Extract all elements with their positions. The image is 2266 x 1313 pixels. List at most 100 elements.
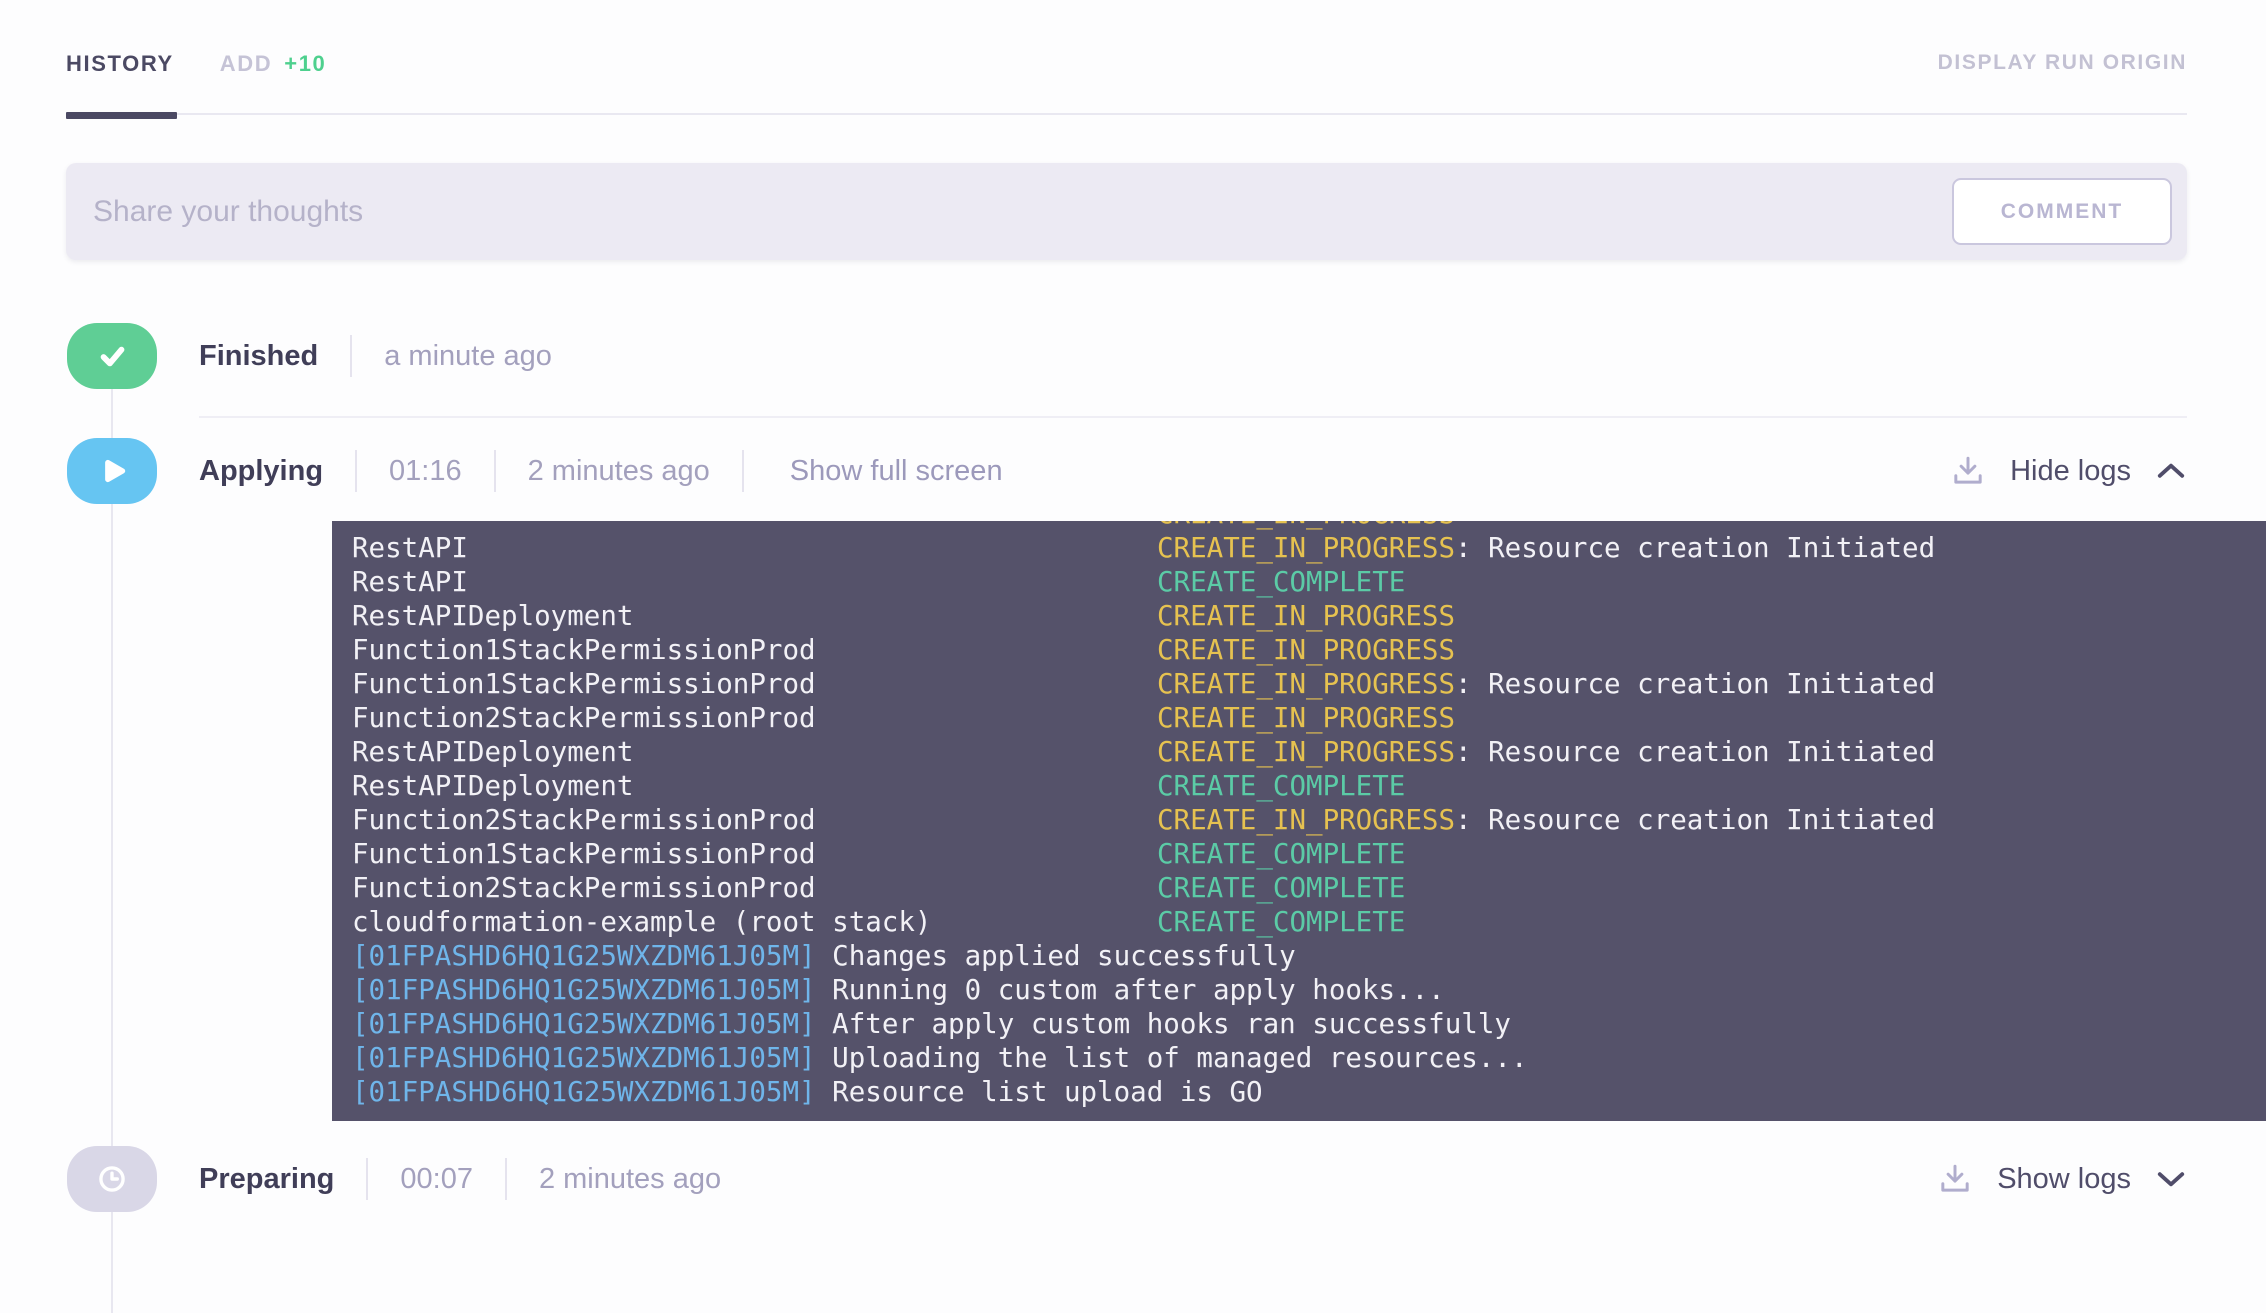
log-line: Function1StackPermissionProd CREATE_IN_PR… xyxy=(352,633,2266,667)
log-message: Running 0 custom after apply hooks... xyxy=(815,974,1445,1006)
log-resource-name: RestAPIDeployment xyxy=(352,600,634,632)
log-resource-name: Function2StackPermissionProd xyxy=(352,804,816,836)
active-tab-underline xyxy=(66,112,177,119)
log-line: Function2StackPermissionProd CREATE_IN_PR… xyxy=(352,701,2266,735)
display-run-origin-button[interactable]: DISPLAY RUN ORIGIN xyxy=(1938,51,2187,75)
entry-duration: 01:16 xyxy=(389,454,462,487)
log-line: cloudformation-example (root stack) CREAT… xyxy=(352,905,2266,939)
log-lines: CREATE_IN_PROGRESS RestAPI CREATE_IN_PROGR… xyxy=(352,521,2266,1109)
tab-add[interactable]: ADD +10 xyxy=(220,51,327,77)
entry-time-ago: a minute ago xyxy=(384,339,552,372)
comment-input[interactable] xyxy=(93,194,1952,229)
log-console[interactable]: CREATE_IN_PROGRESS RestAPI CREATE_IN_PROGR… xyxy=(332,521,2266,1121)
log-resource-name: Function1StackPermissionProd xyxy=(352,838,816,870)
download-logs-icon[interactable] xyxy=(1950,453,1986,489)
log-status: CREATE_COMPLETE xyxy=(1157,838,1406,870)
log-status: CREATE_IN_PROGRESS xyxy=(1157,532,1456,564)
log-run-id: [01FPASHD6HQ1G25WXZDM61J05M] xyxy=(352,974,816,1006)
log-resource-name: Function1StackPermissionProd xyxy=(352,634,816,666)
log-status-column: CREATE_IN_PROGRESS: Resource creation In… xyxy=(1157,531,1935,565)
meta-separator xyxy=(504,1158,507,1200)
log-resource-name: RestAPIDeployment xyxy=(352,736,634,768)
log-message: : Resource creation Initiated xyxy=(1455,736,1936,768)
chevron-down-icon[interactable] xyxy=(2155,1168,2187,1190)
meta-separator xyxy=(741,450,744,492)
log-resource-name: cloudformation-example (root stack) xyxy=(352,906,932,938)
log-line: Function1StackPermissionProd CREATE_IN_PR… xyxy=(352,667,2266,701)
log-resource-name: Function2StackPermissionProd xyxy=(352,872,816,904)
log-status: CREATE_COMPLETE xyxy=(1157,906,1406,938)
log-status: CREATE_IN_PROGRESS xyxy=(1157,634,1456,666)
tab-add-badge: +10 xyxy=(284,51,327,76)
entry-time-ago: 2 minutes ago xyxy=(527,454,710,487)
log-message: : Resource creation Initiated xyxy=(1455,804,1936,836)
tab-history[interactable]: HISTORY xyxy=(66,51,174,77)
log-message: Changes applied successfully xyxy=(815,940,1296,972)
log-status-column: CREATE_COMPLETE xyxy=(1157,769,1405,803)
log-run-id: [01FPASHD6HQ1G25WXZDM61J05M] xyxy=(352,1076,816,1108)
log-status: CREATE_IN_PROGRESS xyxy=(1157,736,1456,768)
meta-separator xyxy=(493,450,496,492)
log-status-column: CREATE_IN_PROGRESS xyxy=(1157,633,1455,667)
log-line: Function2StackPermissionProd CREATE_COMPL… xyxy=(352,871,2266,905)
log-line: RestAPI CREATE_COMPLETE xyxy=(352,565,2266,599)
entry-status-label: Finished xyxy=(199,339,319,372)
log-status: CREATE_COMPLETE xyxy=(1157,566,1406,598)
log-resource-name: RestAPI xyxy=(352,566,468,598)
log-status: CREATE_IN_PROGRESS xyxy=(1157,804,1456,836)
log-status-column: CREATE_IN_PROGRESS xyxy=(1157,599,1455,633)
chevron-up-icon[interactable] xyxy=(2155,460,2187,482)
entry-status-label: Preparing xyxy=(199,1162,335,1195)
log-resource-name: Function1StackPermissionProd xyxy=(352,668,816,700)
play-icon xyxy=(67,438,157,504)
meta-separator xyxy=(366,1158,369,1200)
log-resource-name: RestAPIDeployment xyxy=(352,770,634,802)
log-status: CREATE_COMPLETE xyxy=(1157,872,1406,904)
log-message: Resource list upload is GO xyxy=(815,1076,1263,1108)
timeline-entry-finished: Finished a minute ago xyxy=(66,323,2187,389)
comment-button[interactable]: COMMENT xyxy=(1952,178,2172,245)
log-message: : Resource creation Initiated xyxy=(1455,532,1936,564)
log-line: [01FPASHD6HQ1G25WXZDM61J05M] Changes app… xyxy=(352,939,2266,973)
log-line: RestAPI CREATE_IN_PROGRESS: Resource crea… xyxy=(352,531,2266,565)
download-logs-icon[interactable] xyxy=(1937,1161,1973,1197)
check-icon xyxy=(67,323,157,389)
tab-add-label: ADD xyxy=(219,51,273,76)
log-status: CREATE_COMPLETE xyxy=(1157,770,1406,802)
log-status-column: CREATE_IN_PROGRESS xyxy=(1157,521,1455,531)
log-status-column: CREATE_IN_PROGRESS xyxy=(1157,701,1455,735)
meta-separator xyxy=(355,450,358,492)
log-message: Uploading the list of managed resources.… xyxy=(815,1042,1528,1074)
log-status: CREATE_IN_PROGRESS xyxy=(1157,668,1456,700)
log-line: RestAPIDeployment CREATE_IN_PROGRESS: Res… xyxy=(352,735,2266,769)
log-status: CREATE_IN_PROGRESS xyxy=(1157,521,1455,530)
show-logs-toggle[interactable]: Show logs xyxy=(1997,1163,2131,1196)
entry-divider xyxy=(199,416,2187,418)
timeline-entry-applying: Applying 01:16 2 minutes ago Show full s… xyxy=(66,438,2266,1121)
entry-duration: 00:07 xyxy=(400,1162,473,1195)
log-status-column: CREATE_IN_PROGRESS: Resource creation In… xyxy=(1157,667,1935,701)
log-run-id: [01FPASHD6HQ1G25WXZDM61J05M] xyxy=(352,1008,816,1040)
log-message: After apply custom hooks ran successfull… xyxy=(815,1008,1511,1040)
entry-status-label: Applying xyxy=(199,454,324,487)
log-status: CREATE_IN_PROGRESS xyxy=(1157,702,1456,734)
timeline-entry-preparing: Preparing 00:07 2 minutes ago Show logs xyxy=(66,1146,2187,1212)
log-line: [01FPASHD6HQ1G25WXZDM61J05M] Resource li… xyxy=(352,1075,2266,1109)
log-status-column: CREATE_IN_PROGRESS: Resource creation In… xyxy=(1157,803,1935,837)
run-history-page: HISTORY ADD +10 DISPLAY RUN ORIGIN COMME… xyxy=(0,0,2266,1313)
show-full-screen-link[interactable]: Show full screen xyxy=(790,455,1003,488)
log-status-column: CREATE_COMPLETE xyxy=(1157,905,1405,939)
meta-separator xyxy=(350,335,353,377)
log-status-column: CREATE_COMPLETE xyxy=(1157,837,1405,871)
log-run-id: [01FPASHD6HQ1G25WXZDM61J05M] xyxy=(352,940,816,972)
log-line: [01FPASHD6HQ1G25WXZDM61J05M] Uploading t… xyxy=(352,1041,2266,1075)
entry-time-ago: 2 minutes ago xyxy=(538,1162,722,1195)
hide-logs-toggle[interactable]: Hide logs xyxy=(2010,455,2131,488)
log-resource-name: Function2StackPermissionProd xyxy=(352,702,816,734)
log-line: RestAPIDeployment CREATE_COMPLETE xyxy=(352,769,2266,803)
log-line: CREATE_IN_PROGRESS xyxy=(352,521,2266,531)
log-line: RestAPIDeployment CREATE_IN_PROGRESS xyxy=(352,599,2266,633)
log-status-column: CREATE_COMPLETE xyxy=(1157,565,1405,599)
log-line: [01FPASHD6HQ1G25WXZDM61J05M] After apply… xyxy=(352,1007,2266,1041)
log-status-column: CREATE_COMPLETE xyxy=(1157,871,1405,905)
